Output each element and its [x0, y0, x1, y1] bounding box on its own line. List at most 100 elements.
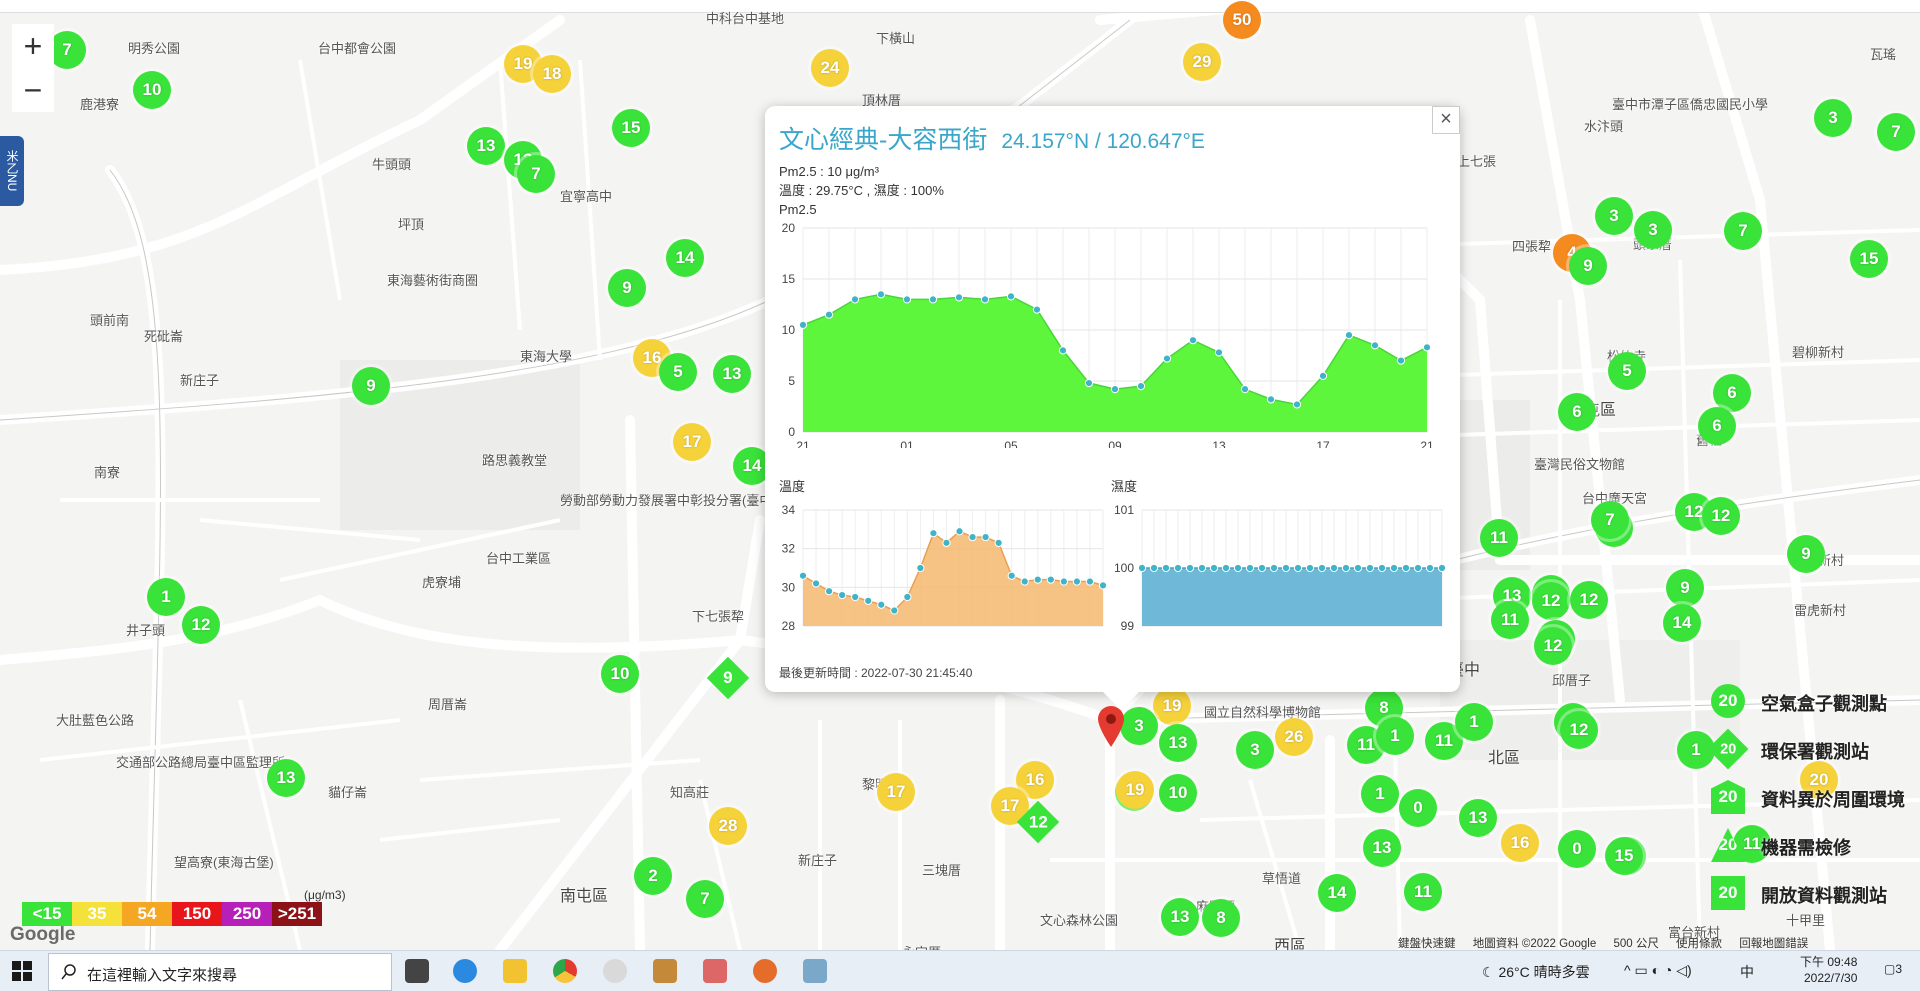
sensor-marker[interactable]: 13	[713, 355, 751, 393]
sensor-marker[interactable]: 10	[133, 71, 171, 109]
sensor-marker[interactable]: 6	[1558, 393, 1596, 431]
map[interactable]: 明秀公園 台中都會公園 中科台中基地 下橫山 頂林厝 鹿港寮 牛頭頭 坪頂 東海藝術街商圈 宜寧高…	[0, 0, 1920, 950]
sensor-marker[interactable]: 13	[1363, 829, 1401, 867]
location-pin-icon[interactable]	[1096, 704, 1126, 748]
popup-close-button[interactable]: ×	[1432, 106, 1460, 134]
sensor-marker[interactable]: 9	[608, 269, 646, 307]
sensor-marker[interactable]: 14	[1318, 874, 1356, 912]
place-label: 路思義教堂	[482, 453, 548, 468]
sensor-marker[interactable]: 5	[1608, 352, 1646, 390]
sensor-marker[interactable]: 7	[1724, 212, 1762, 250]
side-panel-tab[interactable]: 米乙NU	[0, 136, 24, 206]
sensor-marker[interactable]: 13	[1159, 724, 1197, 762]
sensor-marker[interactable]: 13	[1161, 898, 1199, 936]
place-label: 大肚藍色公路	[56, 713, 135, 728]
windows-start-icon[interactable]	[12, 961, 32, 981]
sensor-marker[interactable]: 12	[1570, 581, 1608, 619]
sensor-marker[interactable]: 1	[147, 578, 185, 616]
sensor-marker[interactable]: 26	[1275, 718, 1313, 756]
sensor-marker[interactable]: 11	[1491, 601, 1529, 639]
sensor-marker[interactable]: 10	[601, 655, 639, 693]
sensor-marker[interactable]: 15	[612, 109, 650, 147]
sensor-marker[interactable]: 50	[1223, 1, 1261, 39]
data-point	[1344, 331, 1354, 340]
paint-icon[interactable]	[703, 959, 727, 983]
sensor-marker[interactable]: 5	[659, 353, 697, 391]
sensor-marker[interactable]: 7	[1877, 113, 1915, 151]
task-view-icon[interactable]	[405, 959, 429, 983]
sensor-marker[interactable]: 12	[1560, 711, 1598, 749]
data-point	[1422, 343, 1432, 352]
ime-indicator[interactable]: 中	[1740, 962, 1754, 982]
data-point	[1221, 563, 1231, 573]
sensor-marker[interactable]: 28	[709, 807, 747, 845]
sensor-marker[interactable]: 10	[1159, 774, 1197, 812]
place-label: 永定厝	[902, 942, 941, 950]
sensor-marker[interactable]: 12	[1534, 627, 1572, 665]
popup-info: Pm2.5 : 10 μg/m³ 溫度 : 29.75°C , 濕度 : 100…	[779, 162, 944, 219]
sensor-marker[interactable]: 1	[1361, 775, 1399, 813]
sensor-marker[interactable]: 9	[1569, 247, 1607, 285]
sensor-marker[interactable]: 17	[877, 773, 915, 811]
chrome-icon[interactable]	[553, 959, 577, 983]
sensor-marker[interactable]: 3	[1236, 731, 1274, 769]
data-point	[1305, 563, 1315, 573]
tray-icons[interactable]: ^ ▭ ◐ ◔ ◁)	[1624, 962, 1692, 979]
sensor-marker[interactable]: 17	[673, 423, 711, 461]
sensor-marker[interactable]: 19	[1116, 771, 1154, 809]
sensor-marker[interactable]: 14	[1663, 604, 1701, 642]
sensor-marker[interactable]: 12	[1532, 582, 1570, 620]
sensor-marker[interactable]: 7	[686, 880, 724, 918]
report-error-link[interactable]: 回報地圖錯誤	[1739, 938, 1808, 950]
sensor-marker[interactable]: 7	[1591, 501, 1629, 539]
zoom-out-button[interactable]: −	[12, 68, 54, 112]
sensor-marker[interactable]: 12	[1702, 497, 1740, 535]
zoom-in-button[interactable]: +	[12, 24, 54, 68]
keyboard-shortcuts-link[interactable]: 鍵盤快速鍵	[1398, 938, 1456, 950]
sensor-marker[interactable]: 9	[1666, 569, 1704, 607]
sensor-marker[interactable]: 13	[1459, 799, 1497, 837]
legend-label: 空氣盒子觀測點	[1761, 694, 1887, 714]
clock-app-icon[interactable]	[603, 959, 627, 983]
app-icon[interactable]	[803, 959, 827, 983]
sensor-marker[interactable]: 8	[1202, 899, 1240, 937]
app-icon[interactable]	[653, 959, 677, 983]
sensor-marker[interactable]: 1	[1455, 703, 1493, 741]
sensor-marker[interactable]: 14	[666, 239, 704, 277]
sensor-marker[interactable]: 16	[1501, 824, 1539, 862]
sensor-marker[interactable]: 13	[467, 127, 505, 165]
sensor-marker[interactable]: 1	[1376, 717, 1414, 755]
sensor-marker[interactable]: 0	[1558, 830, 1596, 868]
weather-widget[interactable]: ☾ 26°C 晴時多雲	[1482, 962, 1590, 982]
sensor-marker[interactable]: 9	[352, 367, 390, 405]
edge-browser-icon[interactable]	[453, 959, 477, 983]
taskbar-search-box[interactable]: 在這裡輸入文字來搜尋	[48, 953, 392, 991]
sensor-marker[interactable]: 3	[1595, 197, 1633, 235]
sensor-marker[interactable]: 18	[533, 55, 571, 93]
browser-top-strip	[0, 0, 1920, 13]
sensor-marker[interactable]: 2	[634, 857, 672, 895]
place-label: 下橫山	[876, 31, 916, 46]
file-explorer-icon[interactable]	[503, 959, 527, 983]
taskbar-clock[interactable]: 下午 09:48 2022/7/30	[1800, 954, 1857, 986]
sensor-marker[interactable]: 13	[267, 759, 305, 797]
sensor-marker[interactable]: 3	[1634, 211, 1672, 249]
sensor-marker[interactable]: 19	[1153, 687, 1191, 725]
sensor-marker[interactable]: 15	[1605, 837, 1643, 875]
terms-link[interactable]: 使用條款	[1676, 938, 1722, 950]
sensor-marker[interactable]: 24	[811, 49, 849, 87]
sensor-marker[interactable]: 15	[1850, 240, 1888, 278]
data-point	[864, 596, 873, 605]
sensor-marker[interactable]: 9	[1787, 535, 1825, 573]
sensor-marker[interactable]: 6	[1698, 407, 1736, 445]
sensor-marker[interactable]: 29	[1183, 43, 1221, 81]
sensor-marker[interactable]: 11	[1404, 873, 1442, 911]
blender-icon[interactable]	[753, 959, 777, 983]
data-point	[1072, 577, 1082, 586]
sensor-marker[interactable]: 11	[1480, 519, 1518, 557]
sensor-marker[interactable]: 12	[182, 606, 220, 644]
sensor-marker[interactable]: 3	[1814, 99, 1852, 137]
sensor-marker[interactable]: 0	[1399, 789, 1437, 827]
notification-icon[interactable]: ▢3	[1884, 962, 1902, 976]
sensor-marker[interactable]: 7	[517, 155, 555, 193]
